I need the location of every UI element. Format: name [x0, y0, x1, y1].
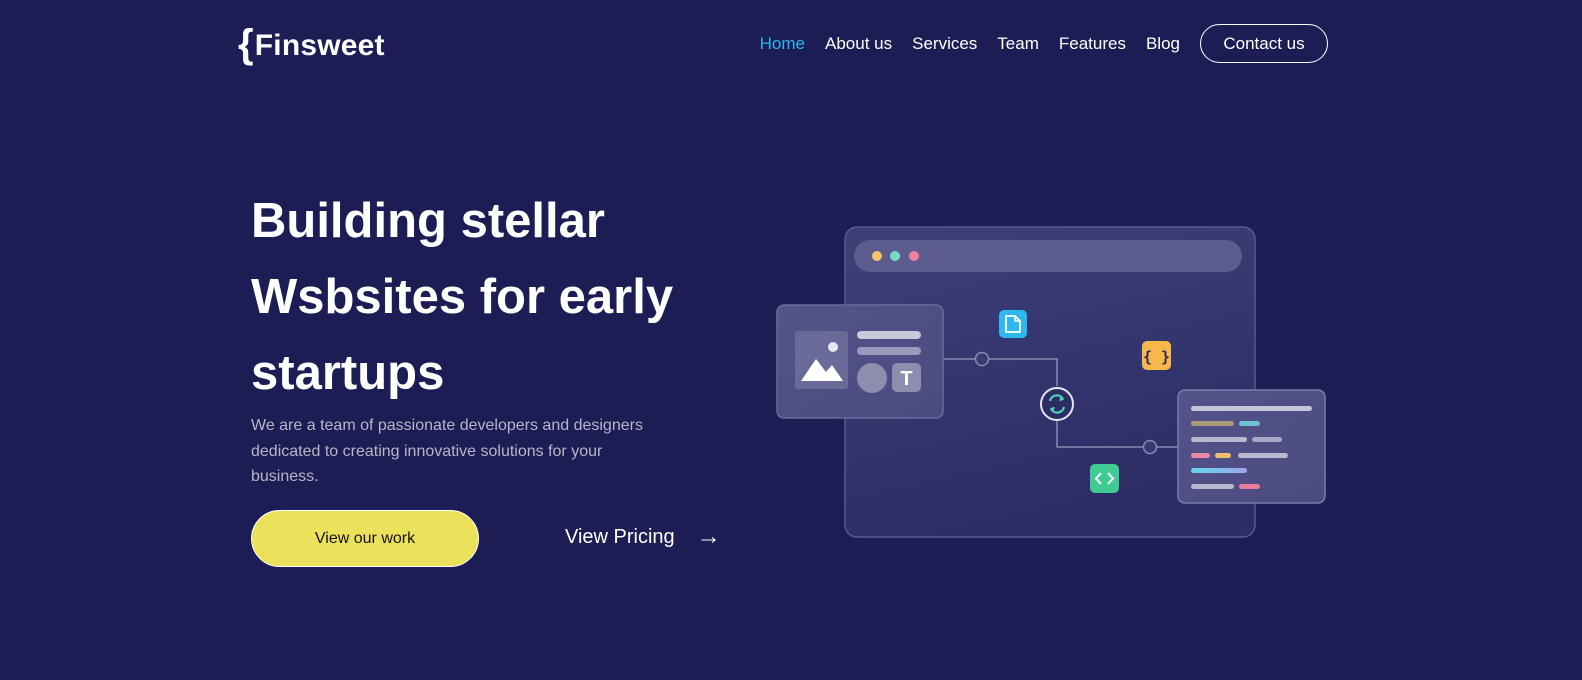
file-icon	[999, 310, 1027, 338]
nav-home[interactable]: Home	[760, 34, 805, 54]
hero-subtitle: We are a team of passionate developers a…	[251, 417, 643, 485]
hero-title: Building stellar Wsbsites for early star…	[251, 183, 731, 411]
image-icon	[801, 342, 843, 381]
code-braces-icon: { }	[1142, 341, 1171, 370]
view-our-work-button[interactable]: View our work	[251, 510, 479, 567]
image-card: T	[776, 304, 944, 419]
text-tool-icon: T	[900, 368, 912, 390]
view-pricing-link[interactable]: View Pricing →	[565, 522, 721, 552]
code-tag-icon	[1090, 464, 1119, 493]
browser-window	[844, 226, 1256, 538]
arrow-right-icon: →	[696, 523, 721, 550]
brand-logo[interactable]: { Finsweet	[238, 22, 385, 66]
nav-about-us[interactable]: About us	[825, 34, 892, 54]
nav-team[interactable]: Team	[997, 34, 1039, 54]
hero-title-line-1: Building stellar	[251, 194, 605, 248]
connector-lines	[942, 351, 1180, 455]
circle-placeholder-icon	[857, 363, 887, 393]
main-nav: Home About us Services Team Features Blo…	[740, 24, 1328, 63]
hero-illustration: T { }	[776, 226, 1326, 538]
window-dot-pink	[909, 251, 919, 261]
nav-blog[interactable]: Blog	[1146, 34, 1180, 54]
sync-icon	[1040, 387, 1074, 421]
logo-text: Finsweet	[254, 29, 385, 62]
nav-services[interactable]: Services	[912, 34, 977, 54]
code-braces-label: { }	[1143, 348, 1170, 366]
logo-brace: {	[238, 22, 254, 66]
contact-button[interactable]: Contact us	[1200, 24, 1328, 63]
code-card	[1177, 389, 1326, 504]
view-pricing-label: View Pricing	[565, 525, 675, 548]
window-dot-yellow	[872, 251, 882, 261]
nav-features[interactable]: Features	[1059, 34, 1126, 54]
window-dot-teal	[890, 251, 900, 261]
hero-title-line-2: Wsbsites for early	[251, 270, 674, 324]
hero-title-line-3: startups	[251, 346, 445, 400]
